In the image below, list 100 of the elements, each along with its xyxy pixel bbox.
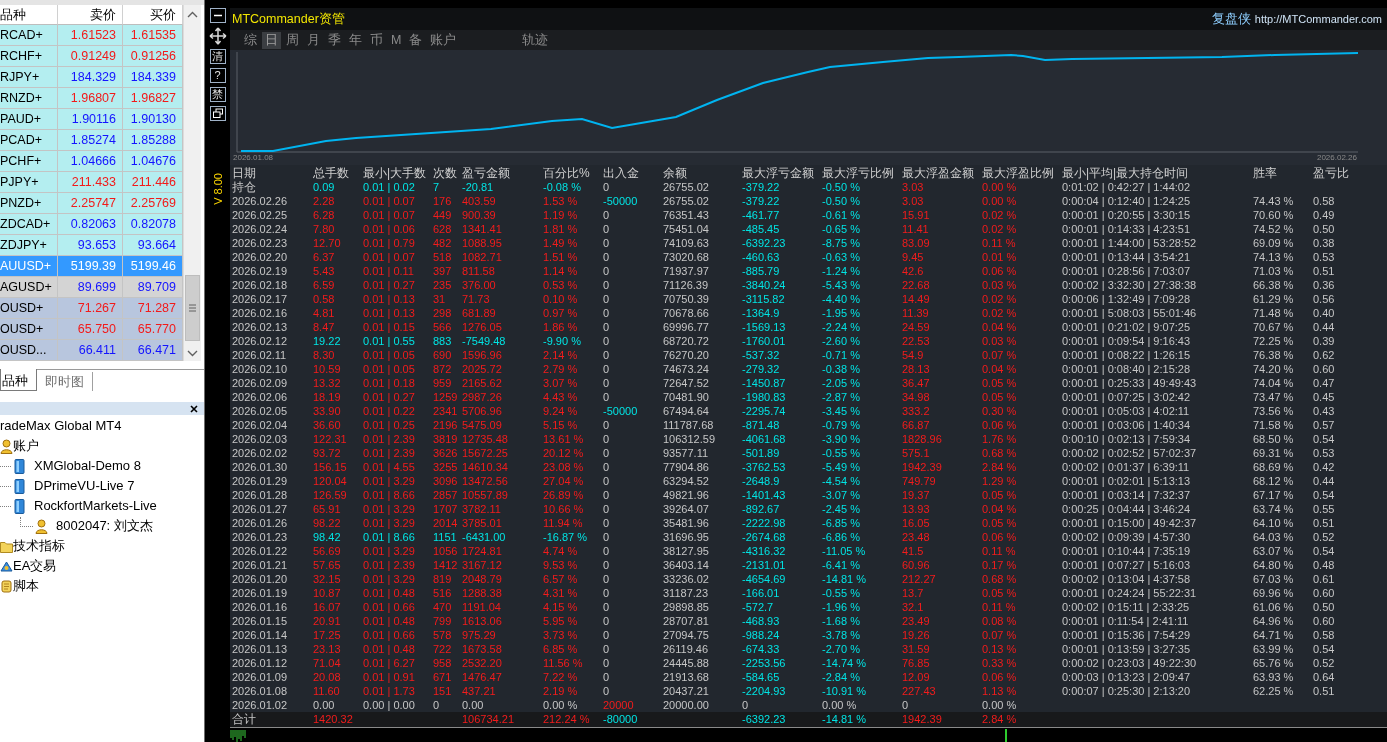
table-cell-text: 26755.02 bbox=[663, 180, 710, 194]
tab[interactable]: 品种 bbox=[0, 369, 37, 391]
symbol-row[interactable]: PJPY+ 211.433 211.446 bbox=[0, 172, 183, 193]
table-cell-text: 11.56 % bbox=[543, 656, 584, 670]
table-cell-text: -584.65 bbox=[742, 670, 781, 684]
symbol-row[interactable]: ZDJPY+ 93.653 93.664 bbox=[0, 235, 183, 256]
table-cell-text: 0.36 bbox=[1313, 278, 1336, 292]
close-icon[interactable] bbox=[190, 404, 198, 413]
table-cell-text: 2026.02.04 bbox=[232, 418, 289, 432]
tab[interactable]: 币 bbox=[367, 31, 386, 49]
symbol-row[interactable]: RCAD+ 1.61523 1.61535 bbox=[0, 25, 183, 46]
table-cell-text: 1.13 % bbox=[982, 684, 1018, 698]
symbol-row[interactable]: OUSD+ 65.750 65.770 bbox=[0, 319, 183, 340]
tree-item[interactable]: radeMax Global MT4 bbox=[0, 417, 122, 435]
tab[interactable]: 月 bbox=[304, 31, 323, 49]
symbol-row[interactable]: RJPY+ 184.329 184.339 bbox=[0, 67, 183, 88]
website-link[interactable]: http://MTCommander.com bbox=[1254, 13, 1382, 25]
table-cell-text: 1707 bbox=[433, 502, 459, 516]
symbol-row[interactable]: PCAD+ 1.85274 1.85288 bbox=[0, 130, 183, 151]
table-cell-text: 0 bbox=[603, 264, 611, 278]
tree-item[interactable]: 账户 bbox=[13, 437, 39, 455]
tab[interactable]: 备 bbox=[406, 31, 426, 49]
table-cell-text: -379.22 bbox=[742, 194, 781, 208]
tree-item[interactable]: DPrimeVU-Live 7 bbox=[34, 477, 135, 495]
table-cell-text: 0.97 % bbox=[543, 306, 579, 320]
table-cell-text: -3.90 % bbox=[822, 432, 861, 446]
tree-item[interactable]: 脚本 bbox=[13, 577, 39, 595]
table-cell-text: 65.91 bbox=[313, 502, 342, 516]
toolbar-button[interactable]: 清 bbox=[209, 49, 226, 64]
table-cell-text: -80000 bbox=[603, 712, 639, 727]
table-cell-text: 61.06 % bbox=[1253, 600, 1295, 614]
symbol-row[interactable]: PCHF+ 1.04666 1.04676 bbox=[0, 151, 183, 172]
table-cell-text: 1151 bbox=[433, 530, 458, 544]
table-cell-text: 0.64 bbox=[1313, 670, 1336, 684]
tab[interactable]: M bbox=[388, 31, 405, 49]
symbol-row[interactable]: RNZD+ 1.96807 1.96827 bbox=[0, 88, 183, 109]
table-cell-text: -485.45 bbox=[742, 222, 781, 236]
toolbar-button[interactable]: ? bbox=[209, 68, 226, 83]
table-cell-text: 18.19 bbox=[313, 390, 342, 404]
table-cell-text: 0:00:01 | 0:13:44 | 3:54:21 bbox=[1062, 250, 1192, 264]
symbol-row[interactable]: PAUD+ 1.90116 1.90130 bbox=[0, 109, 183, 130]
table-cell-text: 0.04 % bbox=[982, 502, 1018, 516]
minimize-icon[interactable] bbox=[209, 8, 226, 23]
tab[interactable]: 周 bbox=[283, 31, 302, 49]
table-cell-text: 0.58 bbox=[1313, 194, 1336, 208]
table-cell-text: 56.69 bbox=[313, 544, 342, 558]
table-cell-text: 0.01 | 8.66 bbox=[363, 488, 416, 502]
table-cell-text: -6392.23 bbox=[742, 236, 787, 250]
symbol-row[interactable]: OUSD... 66.411 66.471 bbox=[0, 340, 183, 361]
tab[interactable]: 年 bbox=[346, 31, 365, 49]
table-cell-text: 0.01 | 0.13 bbox=[363, 306, 416, 320]
table-cell-text: -6.86 % bbox=[822, 530, 861, 544]
table-cell-text: 31187.23 bbox=[663, 586, 710, 600]
table-cell-text: -4.54 % bbox=[822, 474, 861, 488]
table-cell-text: 0:00:01 | 0:11:54 | 2:41:11 bbox=[1062, 614, 1190, 628]
table-cell-text: 2026.02.19 bbox=[232, 264, 289, 278]
table-cell-text: 60.96 bbox=[902, 558, 931, 572]
table-cell-text: 0:00:01 | 0:24:24 | 55:22:31 bbox=[1062, 586, 1198, 600]
tree-item[interactable]: 8002047: 刘文杰 bbox=[56, 517, 153, 535]
table-cell-text: 0.43 bbox=[1313, 404, 1336, 418]
symbol-row[interactable]: PNZD+ 2.25747 2.25769 bbox=[0, 193, 183, 214]
tab[interactable]: 即时图 bbox=[37, 372, 93, 391]
scrollbar-thumb[interactable] bbox=[185, 275, 200, 341]
tree-item[interactable]: EA交易 bbox=[13, 557, 57, 575]
tree-item[interactable]: 技术指标 bbox=[13, 537, 65, 555]
table-cell-text: 33.90 bbox=[313, 404, 342, 418]
tab[interactable]: 账户 bbox=[427, 31, 460, 49]
table-cell-text: 0 bbox=[603, 180, 611, 194]
table-cell-text: -2.45 % bbox=[822, 502, 861, 516]
table-cell-text: 0.01 | 0.02 bbox=[363, 180, 416, 194]
tree-item[interactable]: RockfortMarkets-Live bbox=[34, 497, 157, 515]
tree-item[interactable]: XMGlobal-Demo 8 bbox=[34, 457, 141, 475]
table-cell-text: 0:00:01 | 0:14:33 | 4:23:51 bbox=[1062, 222, 1192, 236]
table-cell-text: 0.01 | 0.07 bbox=[363, 194, 416, 208]
table-cell-text: -14.81 % bbox=[822, 712, 868, 727]
table-cell-text: 2026.02.20 bbox=[232, 250, 289, 264]
table-cell-text: 0 bbox=[603, 628, 611, 642]
tab[interactable]: 轨迹 bbox=[519, 31, 552, 49]
table-cell-text: 111787.68 bbox=[663, 418, 715, 432]
table-cell-text: 2.84 % bbox=[982, 460, 1018, 474]
symbol-row[interactable]: AGUSD+ 89.699 89.709 bbox=[0, 277, 183, 298]
table-cell-text: 39264.07 bbox=[663, 502, 710, 516]
symbol-row[interactable]: ZDCAD+ 0.82063 0.82078 bbox=[0, 214, 183, 235]
tab[interactable]: 综 bbox=[241, 31, 260, 49]
symbol-row[interactable]: OUSD+ 71.267 71.287 bbox=[0, 298, 183, 319]
table-cell-text: 35481.96 bbox=[663, 516, 710, 530]
table-cell-text: 20.08 bbox=[313, 670, 342, 684]
tab[interactable]: 日 bbox=[262, 31, 281, 49]
table-cell-text: -0.50 % bbox=[822, 194, 861, 208]
tab[interactable]: 季 bbox=[325, 31, 344, 49]
table-cell-text: 2014 bbox=[433, 516, 459, 530]
symbol-row[interactable]: RCHF+ 0.91249 0.91256 bbox=[0, 46, 183, 67]
table-cell-text: 212.27 bbox=[902, 572, 937, 586]
table-cell-text: 0:00:04 | 0:12:40 | 1:24:25 bbox=[1062, 194, 1192, 208]
table-cell-text: -3840.24 bbox=[742, 278, 787, 292]
restore-icon[interactable] bbox=[209, 106, 226, 121]
move-icon[interactable] bbox=[208, 27, 227, 45]
toolbar-button[interactable]: 禁 bbox=[209, 87, 226, 102]
table-cell-text: 49821.96 bbox=[663, 488, 710, 502]
table-cell-text: -6431.00 bbox=[462, 530, 507, 544]
